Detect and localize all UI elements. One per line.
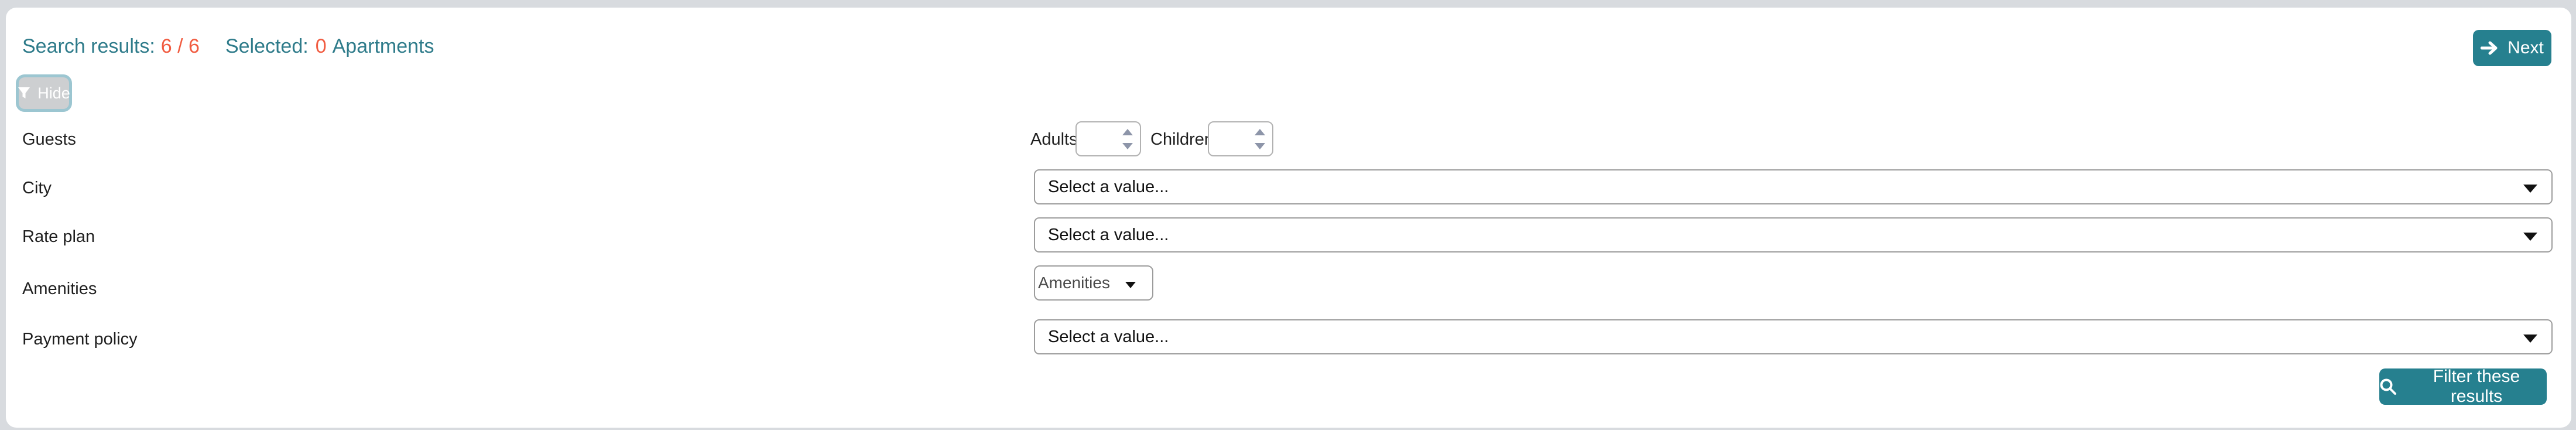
hide-button-label: Hide <box>37 84 70 102</box>
adults-input[interactable] <box>1081 125 1120 153</box>
search-icon <box>2379 378 2397 395</box>
selected-count: 0 <box>315 35 327 57</box>
arrow-right-icon <box>2481 40 2498 56</box>
filter-button-label: Filter these results <box>2433 367 2520 406</box>
payment-policy-row-label: Payment policy <box>22 330 138 349</box>
next-button[interactable]: Next <box>2473 30 2551 66</box>
results-summary: Search results: 6 / 6 Selected: 0 Apartm… <box>22 35 434 58</box>
selected-unit-label: Apartments <box>332 35 434 57</box>
adults-spin-buttons[interactable] <box>1122 122 1133 155</box>
payment-policy-select[interactable]: Select a value... <box>1034 319 2553 354</box>
funnel-icon <box>18 87 30 100</box>
search-filters-panel: Search results: 6 / 6 Selected: 0 Apartm… <box>6 8 2571 428</box>
rate-plan-select-placeholder: Select a value... <box>1048 225 1169 244</box>
selected-label: Selected: <box>225 35 309 57</box>
adults-label: Adults <box>1030 130 1078 149</box>
search-results-label: Search results: <box>22 35 155 57</box>
spin-up-icon[interactable] <box>1255 128 1265 135</box>
city-select[interactable]: Select a value... <box>1034 169 2553 204</box>
search-results-count: 6 / 6 <box>160 35 200 57</box>
amenities-button-label: Amenities <box>1038 274 1110 292</box>
city-row-label: City <box>22 179 52 197</box>
guests-row-label: Guests <box>22 130 76 149</box>
spin-down-icon[interactable] <box>1255 142 1265 149</box>
rate-plan-select[interactable]: Select a value... <box>1034 217 2553 252</box>
spin-down-icon[interactable] <box>1122 142 1133 149</box>
children-label: Children <box>1150 130 1214 149</box>
payment-policy-select-placeholder: Select a value... <box>1048 327 1169 346</box>
children-spin-buttons[interactable] <box>1255 122 1265 155</box>
amenities-dropdown-button[interactable]: Amenities <box>1034 265 1153 301</box>
filter-results-button[interactable]: Filter these results <box>2379 367 2547 406</box>
chevron-down-icon <box>1125 282 1136 288</box>
city-select-placeholder: Select a value... <box>1048 177 1169 196</box>
next-button-label: Next <box>2508 38 2544 57</box>
adults-stepper <box>1075 121 1141 156</box>
hide-filters-button[interactable]: Hide <box>18 77 70 109</box>
spin-up-icon[interactable] <box>1122 128 1133 135</box>
chevron-down-icon <box>2523 233 2537 241</box>
amenities-row-label: Amenities <box>22 279 97 298</box>
children-stepper <box>1208 121 1273 156</box>
chevron-down-icon <box>2523 185 2537 193</box>
chevron-down-icon <box>2523 335 2537 343</box>
rate-plan-row-label: Rate plan <box>22 227 95 246</box>
children-input[interactable] <box>1214 125 1252 153</box>
